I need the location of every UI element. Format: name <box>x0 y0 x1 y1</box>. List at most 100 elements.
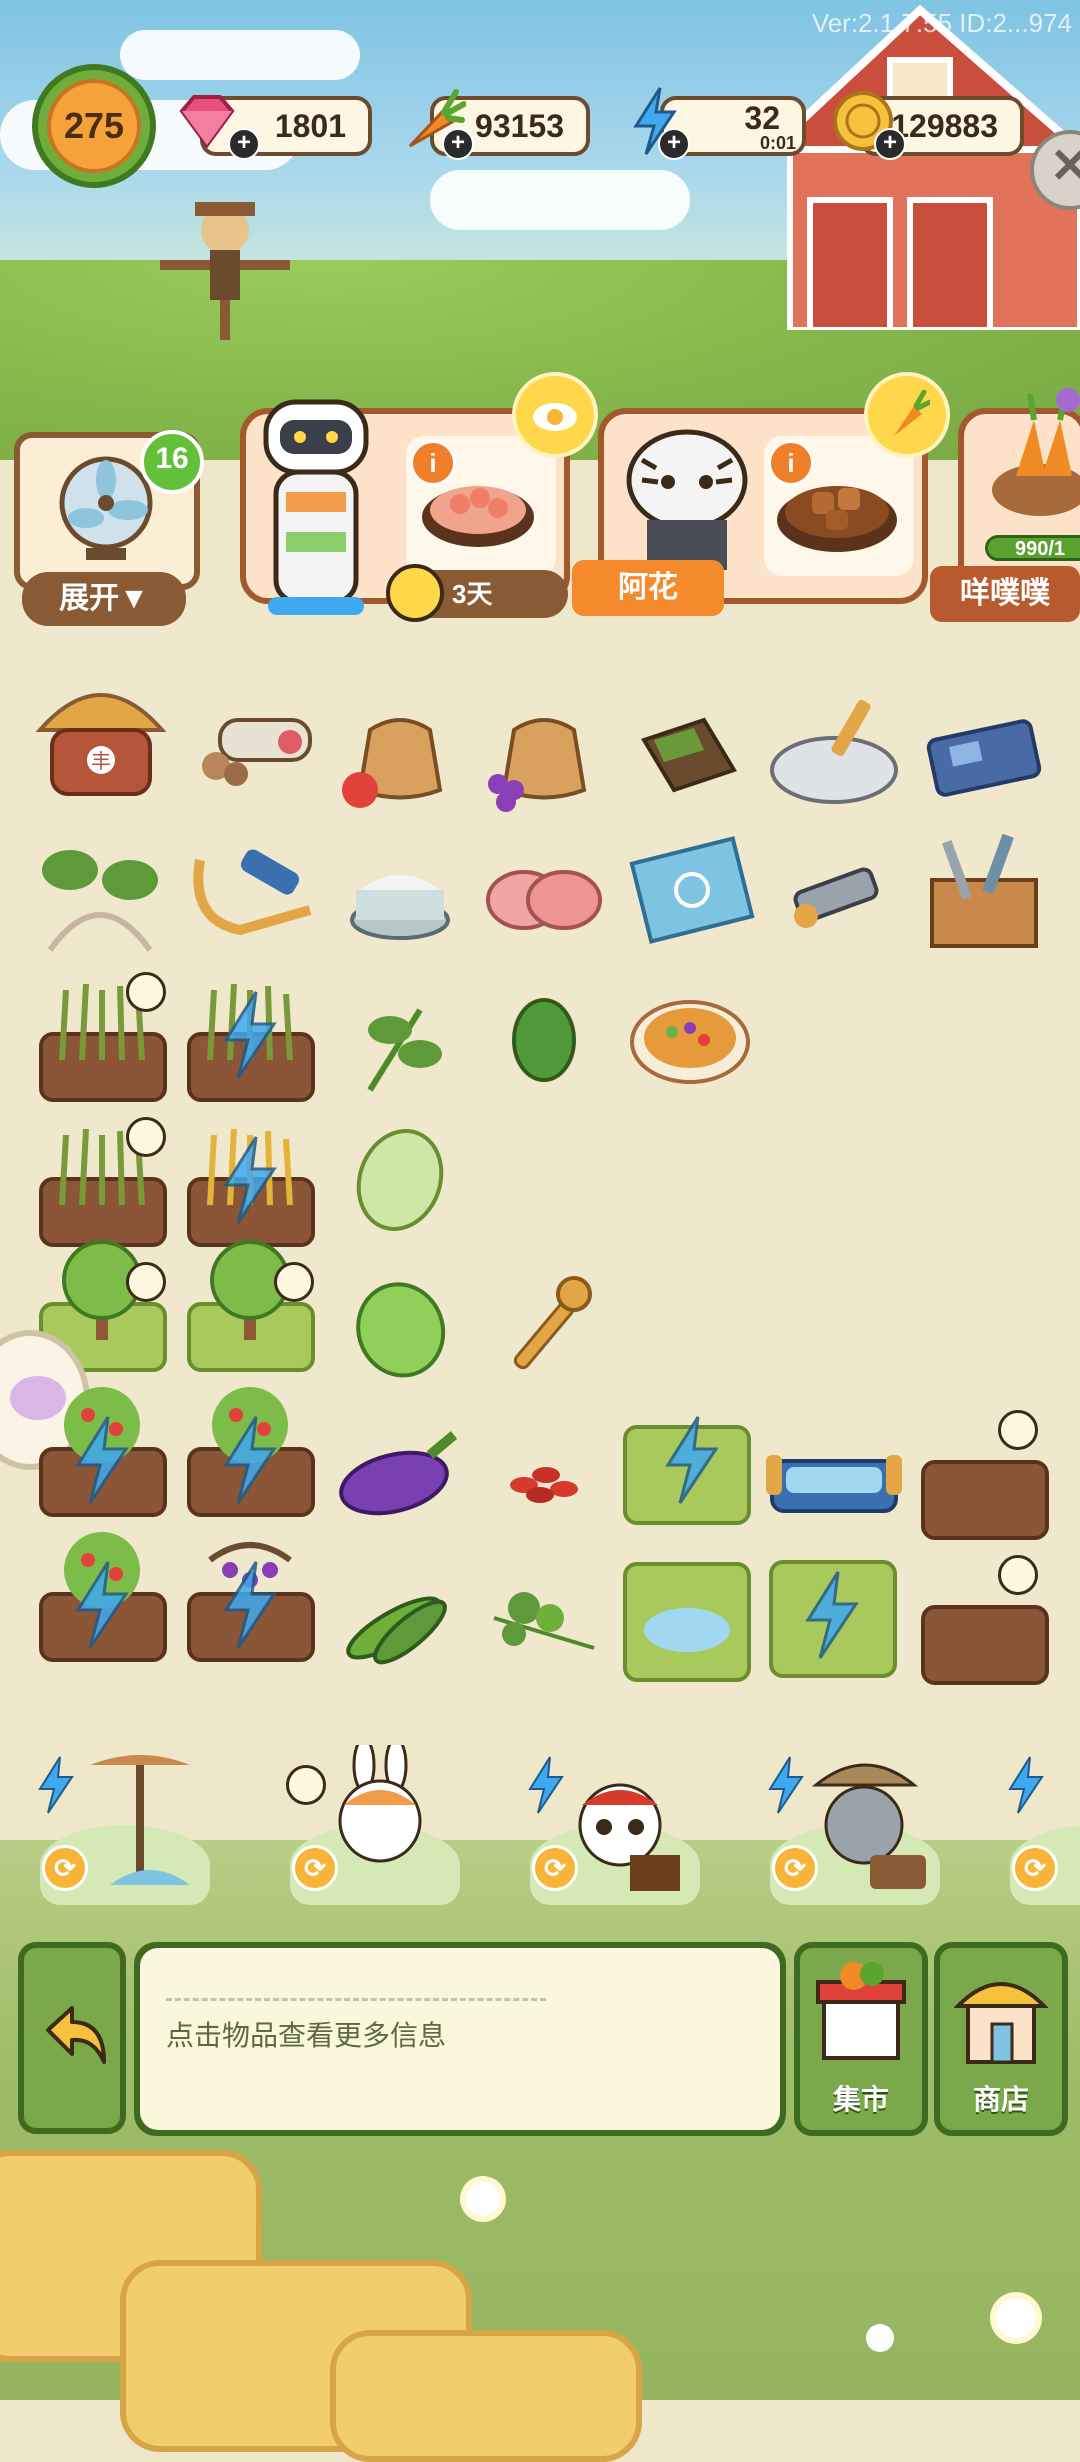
seedling-plot-item[interactable] <box>914 1555 1056 1707</box>
energy-bolt-icon <box>768 1756 804 1814</box>
wheat-field-item[interactable] <box>32 1115 174 1257</box>
energy-bolt-icon <box>38 1756 74 1814</box>
eggplant-item[interactable] <box>330 1405 472 1547</box>
goji-berries-item[interactable] <box>474 1405 616 1547</box>
level-number: 275 <box>47 79 141 173</box>
seed-bag-apple-item[interactable] <box>330 680 472 822</box>
water-trough-item[interactable] <box>762 1405 904 1547</box>
apple-tree-boosted-item[interactable] <box>180 1385 322 1527</box>
helper-panda[interactable]: ⟳ <box>520 1745 710 1905</box>
flower-decoration <box>866 2324 894 2352</box>
vine-roots-item[interactable] <box>30 820 172 962</box>
helper-scarecrow-scythe[interactable]: ⟳ <box>30 1745 220 1905</box>
helper-timer-icon <box>286 1765 326 1805</box>
golden-key-item[interactable] <box>474 1258 616 1400</box>
item-info-hint: 点击物品查看更多信息 <box>166 2020 447 2051</box>
market-button[interactable]: 集市 <box>794 1942 928 2136</box>
shop-button[interactable]: 商店 <box>934 1942 1068 2136</box>
player-level-badge[interactable]: 275 <box>32 64 156 188</box>
energy-boost-icon <box>665 1416 719 1504</box>
drill-part-item[interactable] <box>766 820 908 962</box>
soup-bowl-item[interactable] <box>620 970 762 1112</box>
mushroom-log-item[interactable] <box>180 680 322 822</box>
info-divider <box>166 1998 546 2001</box>
add-coins-button[interactable]: + <box>874 128 906 160</box>
customer-name-tag: 咩噗噗 <box>930 566 1080 622</box>
swap-helper-button[interactable]: ⟳ <box>1012 1845 1058 1891</box>
white-tiger-character <box>626 429 748 570</box>
meat-slices-item[interactable] <box>474 820 616 962</box>
flower-decoration <box>996 2298 1036 2338</box>
soil-plot <box>921 1605 1049 1685</box>
shop-house-icon <box>954 1982 1048 2064</box>
granary-hut-item[interactable]: 丰 <box>30 660 172 802</box>
golden-wheat-boosted-item[interactable] <box>180 1115 322 1257</box>
seed-bag-grape-item[interactable] <box>474 680 616 822</box>
helper-bunny[interactable]: ⟳ <box>280 1745 470 1905</box>
cloud <box>120 30 360 80</box>
helper-partial[interactable]: ⟳ <box>1000 1745 1080 1905</box>
tool-crate-item[interactable] <box>912 820 1054 962</box>
coriander-item[interactable] <box>474 1548 616 1690</box>
scarecrow-illustration <box>160 202 290 340</box>
add-carrots-button[interactable]: + <box>442 128 474 160</box>
market-label: 集市 <box>832 2084 889 2115</box>
helper-lynx[interactable]: ⟳ <box>760 1745 950 1905</box>
growth-timer-icon <box>274 1262 314 1302</box>
energy-boost-icon <box>75 1561 129 1649</box>
apple-tree-boosted-item[interactable] <box>32 1530 174 1672</box>
bunny-character <box>338 1745 422 1863</box>
clock-icon <box>386 564 444 622</box>
growth-timer-icon <box>998 1410 1038 1450</box>
energy-value: 32 <box>744 99 780 136</box>
plaster-bowl-item[interactable] <box>764 680 906 822</box>
order-progress-bar: 990/1 <box>985 535 1080 561</box>
energy-timer: 0:01 <box>760 133 797 153</box>
planter-box-boosted-item[interactable] <box>762 1540 904 1682</box>
growth-timer-icon <box>998 1555 1038 1595</box>
robot-waiter-character <box>263 399 369 615</box>
grape-vine-boosted-item[interactable] <box>180 1530 322 1672</box>
swap-helper-button[interactable]: ⟳ <box>532 1845 578 1891</box>
energy-boost-icon <box>223 1561 277 1649</box>
svg-text:丰: 丰 <box>91 749 111 773</box>
lettuce-item[interactable] <box>330 1258 472 1400</box>
apple-tree-boosted-item[interactable] <box>32 1385 174 1527</box>
seedling-plot-item[interactable] <box>914 1410 1056 1562</box>
sprinkler-hose-item[interactable] <box>180 820 322 962</box>
swap-helper-button[interactable]: ⟳ <box>42 1845 88 1891</box>
herb-sprig-item[interactable] <box>330 970 472 1112</box>
add-energy-button[interactable]: + <box>658 128 690 160</box>
mossy-wood-item[interactable] <box>624 680 766 822</box>
pond-water <box>644 1608 730 1652</box>
expand-button[interactable]: 展开▼ <box>22 572 186 626</box>
shrimp-dish-icon <box>422 486 534 547</box>
add-gems-button[interactable]: + <box>228 128 260 160</box>
market-stall-icon <box>816 1962 906 2060</box>
toolbox-device-item[interactable] <box>912 680 1054 822</box>
expand-count-badge: 16 <box>140 430 204 494</box>
tree-plot-item[interactable] <box>180 1240 322 1382</box>
growth-timer-icon <box>126 1117 166 1157</box>
lynx-character <box>811 1763 926 1889</box>
energy-bolt-icon <box>1008 1756 1044 1814</box>
cabbage-item[interactable] <box>330 1110 472 1252</box>
braised-meat-dish-icon <box>777 486 897 552</box>
scythe-umbrella-icon <box>90 1755 190 1885</box>
growth-timer-icon <box>126 1262 166 1302</box>
wheat-field-boosted-item[interactable] <box>180 970 322 1112</box>
carrot-reward-badge <box>864 372 950 458</box>
panda-character <box>578 1783 680 1891</box>
blueprint-item[interactable] <box>620 820 762 962</box>
flour-sieve-item[interactable] <box>330 820 472 962</box>
vegetable-planter-boosted-item[interactable] <box>616 1385 766 1527</box>
swap-helper-button[interactable]: ⟳ <box>772 1845 818 1891</box>
okra-item[interactable] <box>330 1548 472 1690</box>
energy-boost-icon <box>805 1571 859 1659</box>
swap-helper-button[interactable]: ⟳ <box>292 1845 338 1891</box>
spinach-leaf-item[interactable] <box>474 970 616 1112</box>
soil-plot <box>921 1460 1049 1540</box>
wheat-field-item[interactable] <box>32 970 174 1112</box>
pond-plot-item[interactable] <box>616 1548 756 1690</box>
back-button[interactable] <box>18 1942 126 2134</box>
